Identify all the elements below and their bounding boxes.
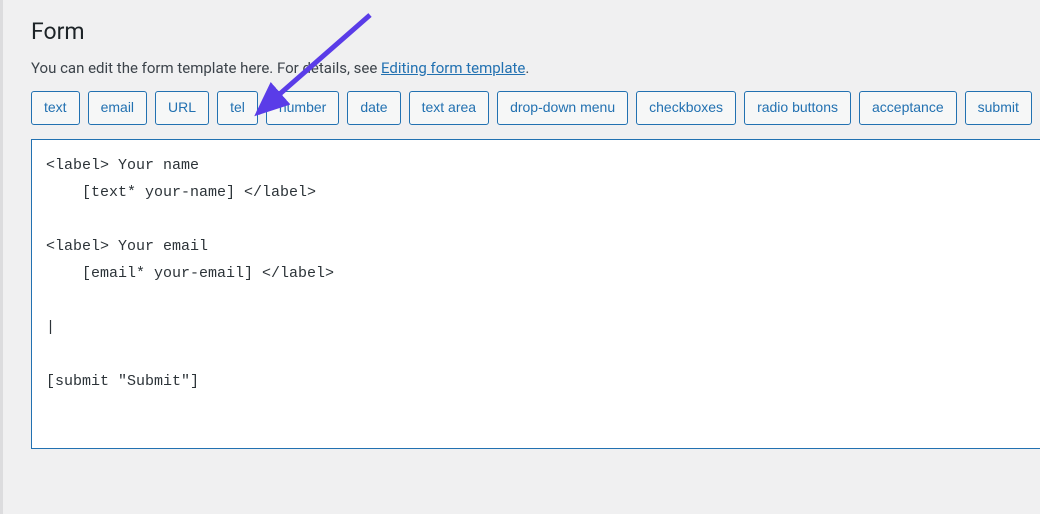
tag-acceptance-button[interactable]: acceptance — [859, 91, 957, 125]
tag-text-button[interactable]: text — [31, 91, 80, 125]
editing-template-link[interactable]: Editing form template — [381, 59, 525, 77]
tag-tel-button[interactable]: tel — [217, 91, 258, 125]
tag-checkboxes-button[interactable]: checkboxes — [636, 91, 736, 125]
tag-email-button[interactable]: email — [88, 91, 147, 125]
form-template-editor[interactable] — [31, 139, 1040, 449]
tag-dropdown-button[interactable]: drop-down menu — [497, 91, 628, 125]
tag-number-button[interactable]: number — [266, 91, 339, 125]
form-description: You can edit the form template here. For… — [31, 59, 1040, 77]
tag-textarea-button[interactable]: text area — [409, 91, 489, 125]
form-heading: Form — [31, 18, 1040, 45]
description-suffix: . — [525, 59, 529, 77]
tag-radio-button[interactable]: radio buttons — [744, 91, 851, 125]
description-prefix: You can edit the form template here. For… — [31, 59, 381, 77]
tag-generator-buttons: text email URL tel number date text area… — [31, 91, 1040, 125]
tag-submit-button[interactable]: submit — [965, 91, 1032, 125]
tag-url-button[interactable]: URL — [155, 91, 209, 125]
tag-date-button[interactable]: date — [347, 91, 400, 125]
